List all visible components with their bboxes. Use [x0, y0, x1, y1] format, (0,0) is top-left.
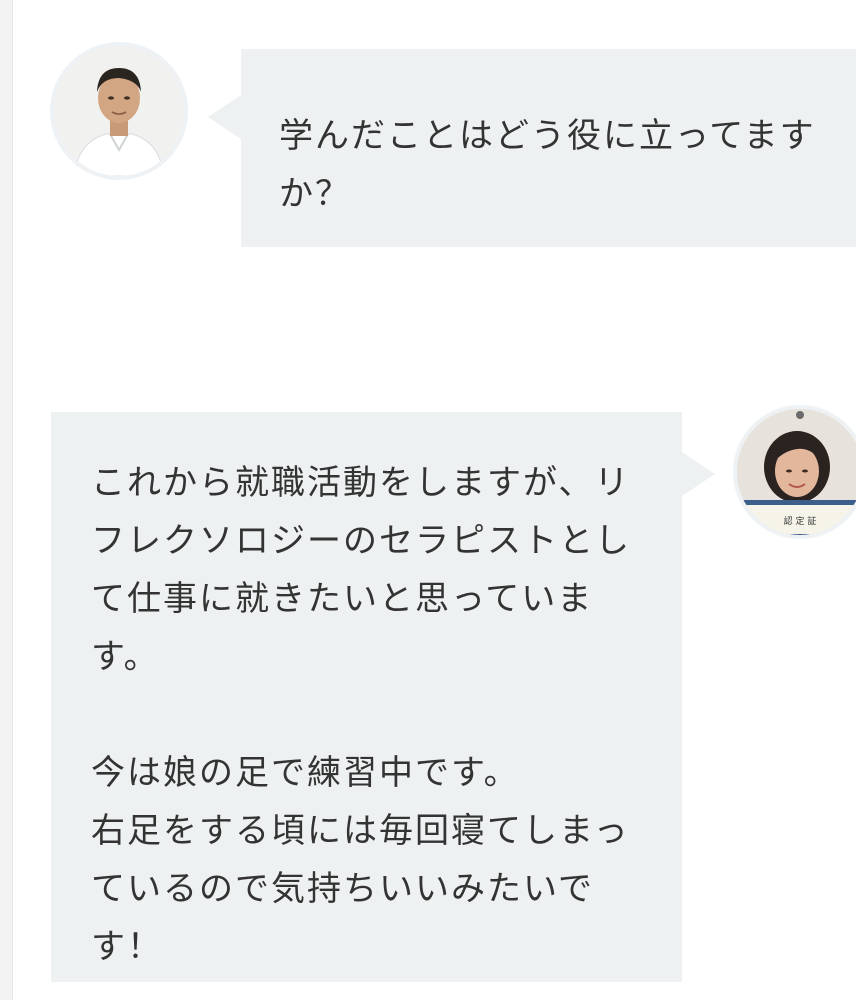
answer-line: ているので気持ちいいみたいで: [91, 869, 594, 909]
answer-line: これから就職活動をしますが、リ: [91, 463, 631, 503]
answer-line: す。: [91, 637, 160, 677]
student-photo: 認 定 証: [737, 409, 856, 535]
answer-line: て仕事に就きたいと思っていま: [91, 579, 594, 619]
question-line: 学んだことはどう役に立ってます: [279, 116, 816, 156]
chat-page: 学んだことはどう役に立ってます か？ これから就職活動をしますが、リ フレクソロ…: [0, 0, 856, 1000]
answer-line: フレクソロジーのセラピストとし: [91, 521, 631, 561]
question-text: 学んだことはどう役に立ってます か？: [279, 107, 832, 223]
question-line: か？: [279, 174, 351, 214]
answer-paragraph: これから就職活動をしますが、リ フレクソロジーのセラピストとし て仕事に就きたい…: [91, 454, 642, 686]
answer-line: す！: [91, 927, 163, 967]
question-bubble-tail: [208, 95, 241, 139]
answer-bubble: これから就職活動をしますが、リ フレクソロジーのセラピストとし て仕事に就きたい…: [51, 412, 715, 982]
question-bubble: 学んだことはどう役に立ってます か？: [208, 49, 856, 247]
left-border: [0, 0, 13, 1000]
interviewer-photo: [54, 46, 184, 176]
answer-bubble-tail: [682, 452, 715, 496]
answer-paragraph: 今は娘の足で練習中です。 右足をする頃には毎回寝てしまっ ているので気持ちいいみ…: [91, 744, 642, 976]
certificate-label: 認 定 証: [784, 515, 817, 527]
student-avatar: 認 定 証: [733, 405, 856, 539]
answer-line: 右足をする頃には毎回寝てしまっ: [91, 811, 630, 851]
interviewer-avatar: [50, 42, 188, 180]
answer-line: 今は娘の足で練習中です。: [91, 753, 520, 793]
